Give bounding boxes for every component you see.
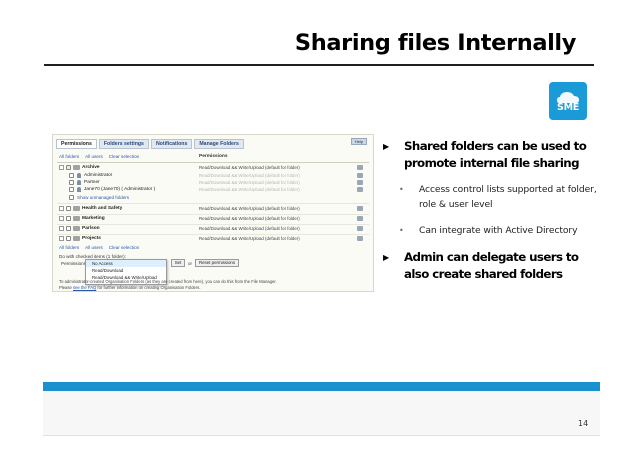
edit-icon[interactable] — [357, 187, 363, 192]
checkbox-icon[interactable] — [69, 187, 74, 192]
folder-icon — [73, 165, 80, 170]
tab-bar: Permissions Folders settings Notificatio… — [56, 139, 244, 149]
header-divider — [57, 162, 369, 163]
user-icon — [77, 173, 81, 178]
clear-selection-link[interactable]: Clear selection — [109, 245, 139, 250]
set-button[interactable]: Set — [171, 259, 185, 267]
tree-row-parlson: Parlson Read/Download && Write/Upload (d… — [53, 225, 373, 233]
edit-icon[interactable] — [357, 173, 363, 178]
show-unmanaged-link[interactable]: Show unmanaged folders — [77, 194, 129, 201]
tab-permissions[interactable]: Permissions — [56, 139, 97, 149]
user-icon — [77, 180, 81, 185]
bottom-toolbar: All folders All users Clear selection — [59, 245, 139, 250]
expand-icon[interactable] — [59, 226, 64, 231]
permissions-column-header: Permissions — [199, 154, 228, 159]
page-number: 14 — [578, 419, 589, 428]
all-folders-link[interactable]: All folders — [59, 154, 79, 159]
or-text: or — [188, 261, 192, 266]
edit-icon[interactable] — [357, 180, 363, 185]
folder-name[interactable]: Projects — [82, 235, 101, 242]
permissions-screenshot: Permissions Folders settings Notificatio… — [52, 134, 374, 292]
tree-row-marketing: Marketing Read/Download && Write/Upload … — [53, 215, 373, 223]
user-name[interactable]: Jane70 (Jane70) ( Administrator ) — [84, 186, 155, 193]
folder-permission: Read/Download && Write/Upload (default f… — [199, 206, 300, 211]
checkbox-icon[interactable] — [66, 236, 71, 241]
checkbox-icon[interactable] — [66, 206, 71, 211]
folder-permission: Read/Download && Write/Upload (default f… — [199, 236, 300, 241]
folder-name[interactable]: Marketing — [82, 215, 105, 222]
sme-logo: SME — [549, 82, 587, 120]
tab-manage-folders[interactable]: Manage Folders — [194, 139, 244, 149]
checkbox-icon[interactable] — [69, 180, 74, 185]
permission-select-label: Permissions — [61, 261, 87, 266]
tree-row-health-and-safety: Health and Safety Read/Download && Write… — [53, 205, 373, 213]
user-icon — [77, 187, 81, 192]
footer-note: To administrator-created Organisation Fo… — [59, 279, 371, 291]
user-permission: Read/Download && Write/Upload (default f… — [199, 180, 300, 185]
top-toolbar: All folders All users Clear selection — [59, 154, 139, 159]
folder-name[interactable]: Health and Safety — [82, 205, 122, 212]
checkbox-icon[interactable] — [66, 226, 71, 231]
faq-link[interactable]: see the FAQ — [73, 285, 96, 290]
clear-selection-link[interactable]: Clear selection — [109, 154, 139, 159]
expand-icon[interactable] — [59, 236, 64, 241]
edit-icon[interactable] — [357, 206, 363, 211]
dropdown-option-no-access[interactable]: No Access — [86, 260, 166, 267]
all-users-link[interactable]: All users — [85, 245, 103, 250]
help-button[interactable]: Help — [351, 138, 367, 145]
checkbox-icon[interactable] — [69, 195, 74, 200]
tab-notifications[interactable]: Notifications — [150, 139, 193, 149]
reset-permissions-button[interactable]: Reset permissions — [195, 259, 239, 267]
user-name[interactable]: Partner — [84, 179, 100, 186]
folder-permission: Read/Download && Write/Upload (default f… — [199, 165, 300, 170]
dot-bullet-icon: • — [399, 226, 404, 235]
arrow-bullet-icon: ▶ — [383, 253, 389, 262]
footer-panel — [43, 391, 600, 436]
cloud-icon — [557, 92, 579, 103]
edit-icon[interactable] — [357, 226, 363, 231]
edit-icon[interactable] — [357, 165, 363, 170]
checkbox-icon[interactable] — [69, 173, 74, 178]
checkbox-icon[interactable] — [66, 165, 71, 170]
expand-icon[interactable] — [59, 206, 64, 211]
title-underline — [44, 64, 594, 66]
edit-icon[interactable] — [357, 236, 363, 241]
collapse-icon[interactable] — [59, 165, 64, 170]
user-name[interactable]: Administrator — [84, 172, 112, 179]
row-divider — [57, 203, 369, 204]
tree-row-show-unmanaged: Show unmanaged folders — [53, 194, 373, 202]
footer-accent-bar — [43, 382, 600, 391]
folder-name[interactable]: Archive — [82, 164, 100, 171]
all-users-link[interactable]: All users — [85, 154, 103, 159]
folder-icon — [73, 226, 80, 231]
tree-row-jane: Jane70 (Jane70) ( Administrator ) Read/D… — [53, 186, 373, 194]
folder-name[interactable]: Parlson — [82, 225, 100, 232]
slide-title: Sharing files Internally — [294, 30, 576, 56]
all-folders-link[interactable]: All folders — [59, 245, 79, 250]
edit-icon[interactable] — [357, 216, 363, 221]
tab-folders-settings[interactable]: Folders settings — [98, 139, 149, 149]
user-permission: Read/Download && Write/Upload (default f… — [199, 187, 300, 192]
folder-permission: Read/Download && Write/Upload (default f… — [199, 226, 300, 231]
folder-icon — [73, 236, 80, 241]
expand-icon[interactable] — [59, 216, 64, 221]
user-permission: Read/Download && Write/Upload (default f… — [199, 173, 300, 178]
dot-bullet-icon: • — [399, 185, 404, 194]
folder-icon — [73, 216, 80, 221]
tree-row-archive: Archive Read/Download && Write/Upload (d… — [53, 164, 373, 172]
folder-icon — [73, 206, 80, 211]
dropdown-option-read[interactable]: Read/Download — [86, 267, 166, 274]
checkbox-icon[interactable] — [66, 216, 71, 221]
note-line-2: Please see the FAQ for further informati… — [59, 285, 201, 290]
tree-row-projects: Projects Read/Download && Write/Upload (… — [53, 235, 373, 243]
logo-text: SME — [557, 102, 579, 113]
folder-permission: Read/Download && Write/Upload (default f… — [199, 216, 300, 221]
arrow-bullet-icon: ▶ — [383, 142, 389, 151]
